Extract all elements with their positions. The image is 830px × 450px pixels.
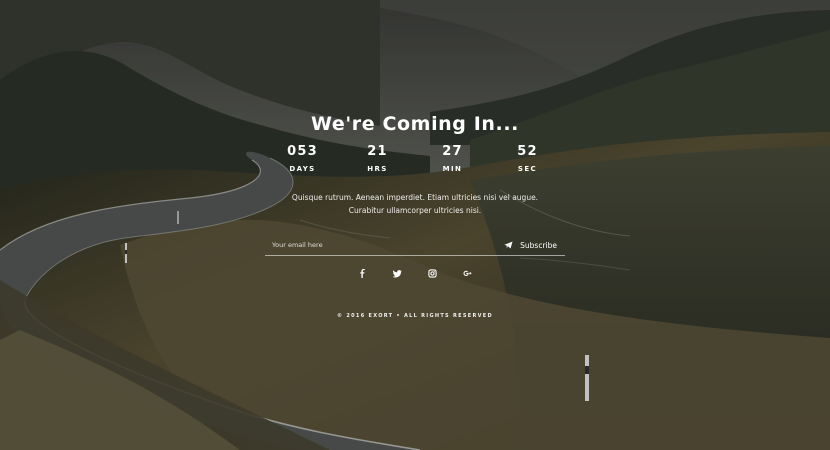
countdown-timer: 053 DAYS 21 HRS 27 MIN 52 SEC (265, 144, 565, 173)
google-plus-link[interactable] (462, 268, 473, 279)
copyright-text: © 2016 EXORT • ALL RIGHTS RESERVED (337, 313, 493, 319)
email-input[interactable] (272, 238, 472, 251)
instagram-link[interactable] (427, 268, 438, 279)
hours-label: HRS (367, 165, 388, 173)
description-line-1: Quisque rutrum. Aenean imperdiet. Etiam … (291, 193, 539, 202)
google-plus-icon (463, 270, 472, 276)
instagram-icon (428, 269, 437, 278)
countdown-hours: 21 HRS (340, 144, 415, 173)
minutes-value: 27 (442, 144, 463, 159)
hours-value: 21 (367, 144, 388, 159)
days-label: DAYS (289, 165, 316, 173)
days-value: 053 (287, 144, 318, 159)
paper-plane-icon (504, 241, 513, 249)
page-title: We're Coming In... (311, 112, 519, 135)
countdown-seconds: 52 SEC (490, 144, 565, 173)
subscribe-button-label: Subscribe (520, 240, 557, 250)
subscribe-button[interactable]: Subscribe (504, 238, 557, 252)
description: Quisque rutrum. Aenean imperdiet. Etiam … (230, 191, 600, 217)
seconds-label: SEC (517, 165, 538, 173)
facebook-icon (360, 269, 365, 278)
social-links (357, 268, 473, 279)
subscribe-form: Subscribe (265, 235, 565, 256)
countdown-minutes: 27 MIN (415, 144, 490, 173)
coming-soon-content: We're Coming In... 053 DAYS 21 HRS 27 MI… (0, 0, 830, 450)
description-line-2: Curabitur ullamcorper ultricies nisi. (348, 206, 482, 215)
twitter-icon (393, 270, 402, 278)
seconds-value: 52 (517, 144, 538, 159)
facebook-link[interactable] (357, 268, 368, 279)
minutes-label: MIN (442, 165, 463, 173)
twitter-link[interactable] (392, 268, 403, 279)
countdown-days: 053 DAYS (265, 144, 340, 173)
